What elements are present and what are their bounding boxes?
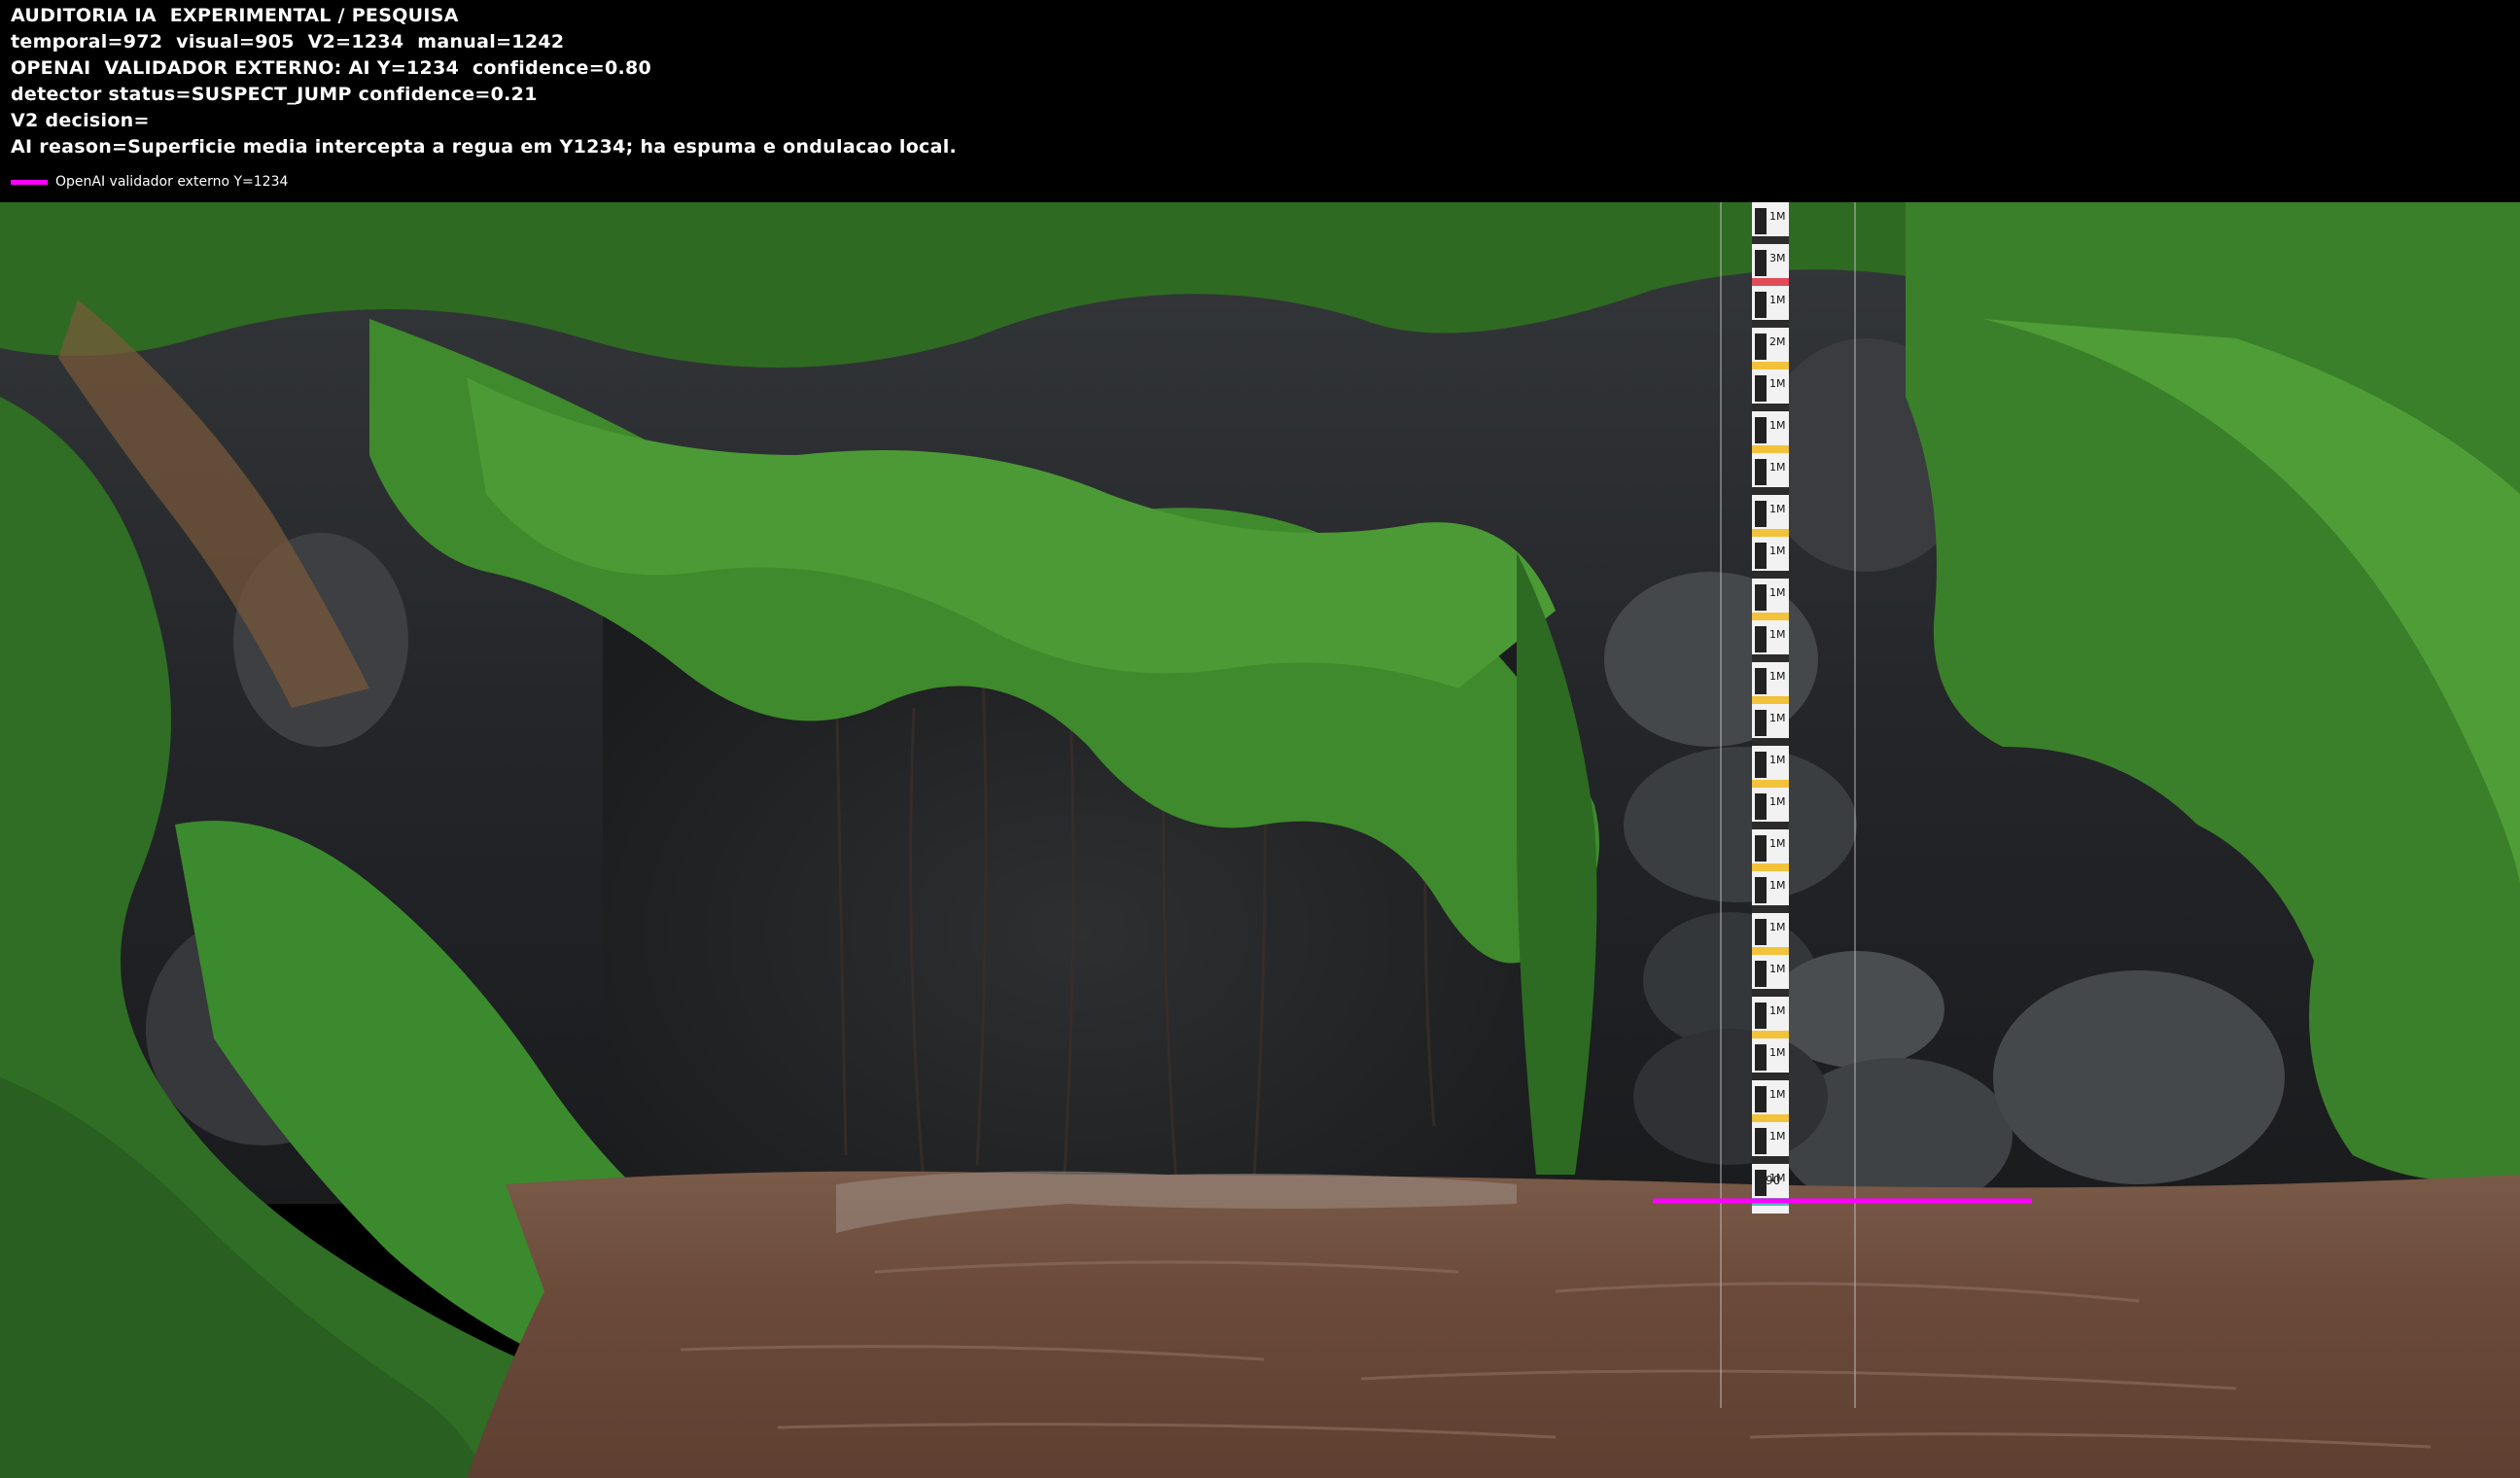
gauge-band — [1752, 989, 1789, 997]
legend-label: OpenAI validador externo Y=1234 — [55, 174, 289, 190]
gauge-tick — [1755, 584, 1767, 611]
overlay-header: AUDITORIA IA EXPERIMENTAL / PESQUISA tem… — [0, 0, 2520, 202]
gauge-label: 1M — [1769, 963, 1786, 975]
gauge-label: 1M — [1769, 503, 1786, 515]
gauge-label: 1M — [1769, 210, 1786, 223]
legend: OpenAI validador externo Y=1234 — [11, 171, 288, 193]
gauge-tick — [1755, 1003, 1767, 1029]
gauge-tick — [1755, 1044, 1767, 1071]
gauge-tick — [1755, 710, 1767, 736]
gauge-tick — [1755, 292, 1767, 318]
gauge-band — [1752, 738, 1789, 746]
gauge-band — [1752, 236, 1789, 244]
gauge-band — [1752, 362, 1789, 370]
gauge-band — [1752, 947, 1789, 955]
gauge-band — [1752, 1031, 1789, 1038]
gauge-band — [1752, 822, 1789, 829]
overlay-ai-reason: AI reason=Superficie media intercepta a … — [11, 136, 958, 158]
gauge-label: 1M — [1769, 377, 1786, 390]
gauge-label: 1M — [1769, 879, 1786, 892]
gauge-band — [1752, 863, 1789, 871]
gauge-label: 1M — [1769, 545, 1786, 557]
gauge-label: 1M — [1769, 628, 1786, 641]
gauge-label: 1M — [1769, 1046, 1786, 1059]
gauge-tick — [1755, 835, 1767, 862]
gauge-label: 2M — [1769, 335, 1786, 348]
gauge-tick — [1755, 1128, 1767, 1154]
gauge-label: 1M — [1769, 419, 1786, 432]
gauge-tick — [1755, 543, 1767, 569]
gauge-label: 1M — [1769, 795, 1786, 808]
gauge-label: 1M — [1769, 921, 1786, 933]
gauge-label: 1M — [1769, 837, 1786, 850]
gauge-band — [1752, 571, 1789, 579]
gauge-tick — [1755, 334, 1767, 360]
gauge-tick — [1755, 919, 1767, 945]
gauge-band — [1752, 529, 1789, 537]
overlay-v2-decision: V2 decision= — [11, 110, 150, 131]
overlay-title: AUDITORIA IA EXPERIMENTAL / PESQUISA — [11, 5, 459, 26]
gauge-label: 1M — [1769, 754, 1786, 766]
gauge-tick — [1755, 501, 1767, 527]
gauge-band — [1752, 487, 1789, 495]
gauge-label: 1M — [1769, 1130, 1786, 1143]
gauge-tick — [1755, 793, 1767, 820]
gauge-label: 1M — [1769, 670, 1786, 683]
gauge-tick — [1755, 208, 1767, 234]
gauge-label: 3M — [1769, 252, 1786, 264]
gauge-label: 1M — [1769, 1004, 1786, 1017]
gauge-tick — [1755, 1086, 1767, 1112]
gauge-tick — [1755, 961, 1767, 987]
camera-frame: 1M 3M 1M 2M 1M 1M 1M 1M 1M 1M 1M 1M 1M 1M 1M 1M 1M 1M 1M 1M… — [0, 202, 2520, 1478]
gauge-tick — [1755, 668, 1767, 694]
gauge-label: 1M — [1769, 586, 1786, 599]
gauge-band — [1752, 1156, 1789, 1164]
gauge-band — [1752, 654, 1789, 662]
gauge-band — [1752, 613, 1789, 620]
gauge-band — [1752, 404, 1789, 411]
gauge-tick — [1755, 626, 1767, 652]
gauge-label: 1M — [1769, 461, 1786, 474]
gauge-band — [1752, 696, 1789, 704]
gauge-label: 1M — [1769, 1088, 1786, 1101]
overlay-ai-validator: OPENAI VALIDADOR EXTERNO: AI Y=1234 conf… — [11, 57, 652, 79]
overlay-detector-status: detector status=SUSPECT_JUMP confidence=… — [11, 84, 538, 105]
gauge-tick — [1755, 250, 1767, 276]
gauge-band — [1752, 905, 1789, 913]
overlay-measurements: temporal=972 visual=905 V2=1234 manual=1… — [11, 31, 565, 53]
gauge-label: 1M — [1769, 712, 1786, 724]
gauge-tick — [1755, 375, 1767, 402]
gauge-bottom-label: 90 — [1766, 1174, 1780, 1187]
staff-gauge: 1M 3M 1M 2M 1M 1M 1M 1M 1M 1M 1M 1M 1M 1M 1M 1M 1M 1M 1M 1M… — [1752, 202, 1789, 1214]
gauge-tick — [1755, 459, 1767, 485]
gauge-tick — [1755, 417, 1767, 443]
gauge-band — [1752, 1073, 1789, 1080]
gauge-label: 1M — [1769, 294, 1786, 306]
gauge-band — [1752, 278, 1789, 286]
gauge-tick — [1755, 752, 1767, 778]
gauge-band — [1752, 1114, 1789, 1122]
gauge-band — [1752, 445, 1789, 453]
gauge-band — [1752, 780, 1789, 788]
gauge-tick — [1755, 877, 1767, 903]
river-water — [467, 1171, 2520, 1478]
legend-swatch — [11, 179, 48, 185]
gauge-band — [1752, 320, 1789, 328]
